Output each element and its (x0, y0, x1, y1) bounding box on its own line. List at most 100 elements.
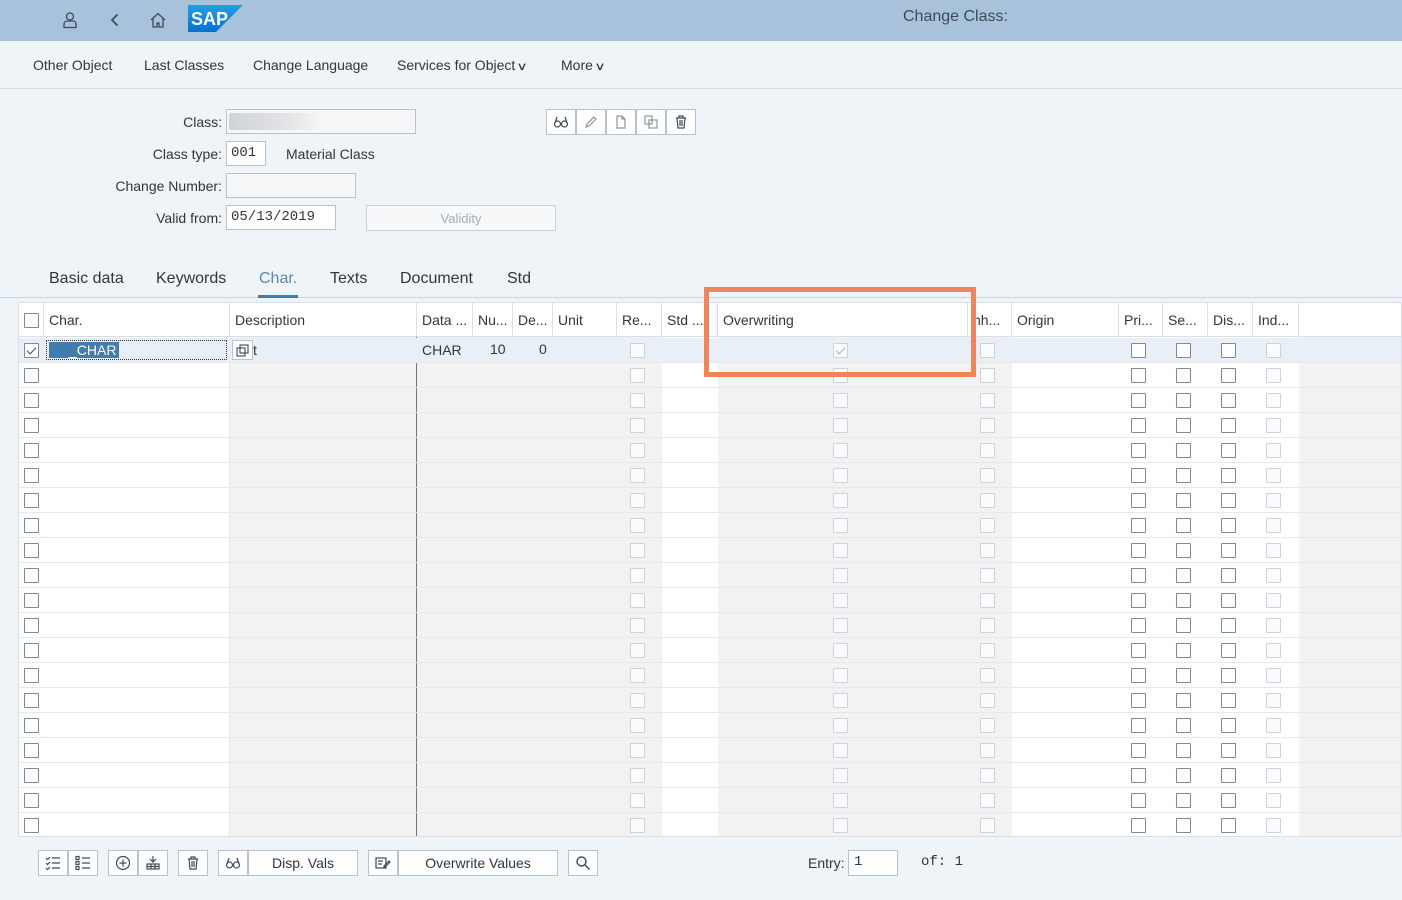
sap-logo[interactable]: SAP (188, 5, 243, 32)
select-all-checkbox[interactable] (24, 313, 39, 328)
char-cell[interactable] (44, 563, 230, 587)
row-select-checkbox[interactable] (24, 718, 39, 733)
row-flag-checkbox[interactable] (1221, 743, 1236, 758)
char-cell[interactable] (44, 688, 230, 712)
char-cell[interactable] (44, 788, 230, 812)
value-help-button[interactable] (232, 340, 253, 360)
table-row[interactable] (19, 813, 1401, 836)
col-num-chars[interactable]: Nu... (473, 303, 513, 337)
std-cell[interactable] (662, 763, 718, 787)
table-row[interactable] (19, 488, 1401, 513)
back-icon[interactable] (103, 8, 127, 32)
move-row-button[interactable] (138, 850, 168, 876)
col-origin[interactable]: Origin (1012, 303, 1119, 337)
char-cell[interactable] (44, 713, 230, 737)
origin-cell[interactable] (1012, 688, 1299, 712)
col-description[interactable]: Description (230, 303, 417, 337)
table-row[interactable] (19, 438, 1401, 463)
row-flag-checkbox[interactable] (1176, 693, 1191, 708)
row-flag-checkbox[interactable] (1131, 593, 1146, 608)
row-flag-checkbox[interactable] (1176, 443, 1191, 458)
row-flag-checkbox[interactable] (1221, 443, 1236, 458)
table-row[interactable] (19, 513, 1401, 538)
row-flag-checkbox[interactable] (1176, 468, 1191, 483)
row-flag-checkbox[interactable] (1221, 568, 1236, 583)
row-flag-checkbox[interactable] (1176, 393, 1191, 408)
row-flag-checkbox[interactable] (1221, 693, 1236, 708)
col-display[interactable]: Dis... (1208, 303, 1253, 337)
row-flag-checkbox[interactable] (1221, 468, 1236, 483)
table-row[interactable] (19, 563, 1401, 588)
delete-row-button[interactable] (178, 850, 208, 876)
row-flag-checkbox[interactable] (1131, 793, 1146, 808)
origin-cell[interactable] (1012, 438, 1299, 462)
tab-keywords[interactable]: Keywords (156, 270, 226, 288)
row-flag-checkbox[interactable] (1176, 818, 1191, 833)
display-button[interactable] (546, 109, 576, 135)
table-row[interactable] (19, 388, 1401, 413)
row-select-checkbox[interactable] (24, 468, 39, 483)
table-row[interactable] (19, 463, 1401, 488)
overwrite-values-icon-button[interactable] (368, 850, 398, 876)
char-cell[interactable] (44, 413, 230, 437)
row-flag-checkbox[interactable] (1221, 768, 1236, 783)
char-cell[interactable] (44, 738, 230, 762)
table-row[interactable] (19, 363, 1401, 388)
table-row[interactable]: _CHAR t CHAR 10 0 (19, 338, 1401, 363)
table-row[interactable] (19, 788, 1401, 813)
origin-cell[interactable] (1012, 713, 1299, 737)
table-row[interactable] (19, 713, 1401, 738)
validity-button[interactable]: Validity (366, 205, 556, 231)
home-icon[interactable] (146, 8, 170, 32)
row-flag-checkbox[interactable] (1131, 443, 1146, 458)
row-flag-checkbox[interactable] (1131, 368, 1146, 383)
row-select-checkbox[interactable] (24, 418, 39, 433)
row-flag-checkbox[interactable] (1131, 743, 1146, 758)
std-cell[interactable] (662, 563, 718, 587)
row-select-checkbox[interactable] (24, 568, 39, 583)
table-row[interactable] (19, 688, 1401, 713)
table-row[interactable] (19, 763, 1401, 788)
std-cell[interactable] (662, 463, 718, 487)
origin-cell[interactable] (1012, 463, 1299, 487)
table-row[interactable] (19, 413, 1401, 438)
row-flag-checkbox[interactable] (1176, 593, 1191, 608)
table-row[interactable] (19, 738, 1401, 763)
table-row[interactable] (19, 538, 1401, 563)
table-row[interactable] (19, 613, 1401, 638)
valid-from-field[interactable]: 05/13/2019 (226, 205, 336, 230)
origin-cell[interactable] (1012, 738, 1299, 762)
change-number-field[interactable] (226, 173, 356, 198)
row-flag-checkbox[interactable] (1221, 343, 1236, 358)
origin-cell[interactable] (1012, 563, 1299, 587)
char-cell[interactable] (44, 613, 230, 637)
origin-cell[interactable] (1012, 638, 1299, 662)
table-row[interactable] (19, 638, 1401, 663)
std-cell[interactable] (662, 613, 718, 637)
char-cell[interactable] (44, 488, 230, 512)
char-cell[interactable] (44, 588, 230, 612)
more-menu[interactable]: More∨ (561, 57, 606, 73)
row-flag-checkbox[interactable] (1131, 468, 1146, 483)
char-cell[interactable] (44, 363, 230, 387)
row-select-checkbox[interactable] (24, 793, 39, 808)
row-select-checkbox[interactable] (24, 818, 39, 833)
tab-char[interactable]: Char. (259, 270, 297, 288)
find-button[interactable] (568, 850, 598, 876)
row-flag-checkbox[interactable] (1131, 618, 1146, 633)
row-select-checkbox[interactable] (24, 768, 39, 783)
row-select-checkbox[interactable] (24, 743, 39, 758)
edit-button[interactable] (576, 109, 606, 135)
row-select-checkbox[interactable] (24, 618, 39, 633)
user-icon[interactable] (58, 8, 82, 32)
origin-cell[interactable] (1012, 388, 1299, 412)
col-decimals[interactable]: De... (513, 303, 553, 337)
tab-basic-data[interactable]: Basic data (49, 270, 124, 288)
std-cell[interactable] (662, 738, 718, 762)
entry-field[interactable]: 1 (848, 850, 898, 876)
std-cell[interactable] (662, 538, 718, 562)
deselect-all-button[interactable] (68, 850, 98, 876)
row-flag-checkbox[interactable] (1176, 568, 1191, 583)
col-char[interactable]: Char. (44, 303, 230, 337)
char-cell[interactable] (44, 638, 230, 662)
